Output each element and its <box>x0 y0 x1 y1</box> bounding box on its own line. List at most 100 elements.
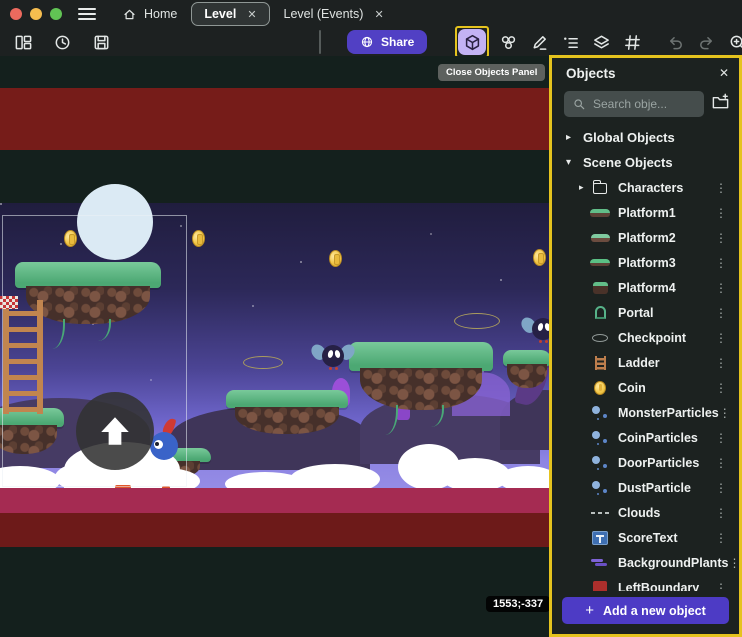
scene-editor-canvas[interactable]: 1553;-337 <box>0 56 549 637</box>
kebab-menu-icon[interactable]: ⋮ <box>715 356 727 370</box>
kebab-menu-icon[interactable]: ⋮ <box>719 406 731 420</box>
object-thumbnail-icon <box>589 181 611 194</box>
close-tab-icon[interactable]: ✕ <box>247 8 256 21</box>
monster-object[interactable] <box>315 342 351 372</box>
platform-object[interactable] <box>352 342 490 410</box>
pink-ground-band <box>0 488 549 513</box>
caret-icon[interactable]: ▾ <box>566 157 575 168</box>
objects-list: ▸ Characters ⋮ Platform1 ⋮ Platform2 ⋮ P… <box>552 175 739 591</box>
object-row-coin[interactable]: Coin ⋮ <box>552 375 739 400</box>
close-window-button[interactable] <box>10 8 22 20</box>
kebab-menu-icon[interactable]: ⋮ <box>728 556 739 570</box>
grid-icon[interactable] <box>621 31 644 54</box>
dashes-icon <box>591 512 609 514</box>
group-scene-objects[interactable]: ▾ Scene Objects <box>552 150 739 175</box>
add-folder-icon[interactable] <box>711 92 730 116</box>
object-row-characters[interactable]: ▸ Characters ⋮ <box>552 175 739 200</box>
kebab-menu-icon[interactable]: ⋮ <box>715 181 727 195</box>
object-row-platform2[interactable]: Platform2 ⋮ <box>552 225 739 250</box>
kebab-menu-icon[interactable]: ⋮ <box>715 306 727 320</box>
coin-object[interactable] <box>192 230 205 247</box>
kebab-menu-icon[interactable]: ⋮ <box>715 531 727 545</box>
history-icon[interactable] <box>51 31 74 54</box>
group-label: Scene Objects <box>583 155 673 170</box>
object-name: Platform1 <box>618 206 676 220</box>
editor-layout-icon[interactable] <box>12 31 35 54</box>
checkpoint-outline-object[interactable] <box>454 313 500 329</box>
object-groups-icon[interactable] <box>497 31 520 54</box>
jump-button-overlay[interactable] <box>76 392 154 470</box>
object-row-portal[interactable]: Portal ⋮ <box>552 300 739 325</box>
object-row-leftboundary[interactable]: LeftBoundary ⋮ <box>552 575 739 591</box>
object-name: BackgroundPlants <box>618 556 728 570</box>
share-button[interactable]: Share <box>347 30 427 54</box>
kebab-menu-icon[interactable]: ⋮ <box>715 256 727 270</box>
object-row-coinparticles[interactable]: CoinParticles ⋮ <box>552 425 739 450</box>
search-box[interactable] <box>564 91 704 117</box>
top-red-boundary[interactable] <box>0 88 549 150</box>
preview-button-group: Preview <box>319 30 321 54</box>
object-row-clouds[interactable]: Clouds ⋮ <box>552 500 739 525</box>
minimize-window-button[interactable] <box>30 8 42 20</box>
edit-scene-pencil-icon[interactable] <box>528 31 551 54</box>
search-input[interactable] <box>593 97 695 111</box>
caret-icon[interactable]: ▸ <box>566 132 575 143</box>
kebab-menu-icon[interactable]: ⋮ <box>715 206 727 220</box>
folder-icon <box>593 183 607 194</box>
coin-object[interactable] <box>533 249 546 266</box>
kebab-menu-icon[interactable]: ⋮ <box>715 506 727 520</box>
group-global-objects[interactable]: ▸ Global Objects <box>552 125 739 150</box>
kebab-menu-icon[interactable]: ⋮ <box>715 456 727 470</box>
tab-level-events[interactable]: Level (Events) ✕ <box>272 2 396 26</box>
redo-icon[interactable] <box>695 31 718 54</box>
kebab-menu-icon[interactable]: ⋮ <box>715 231 727 245</box>
coin-object[interactable] <box>329 250 342 267</box>
zoom-in-icon[interactable] <box>726 31 742 54</box>
checkpoint-outline-object[interactable] <box>243 356 283 369</box>
instances-list-icon[interactable] <box>559 31 582 54</box>
platform-object[interactable] <box>504 350 549 388</box>
object-row-platform1[interactable]: Platform1 ⋮ <box>552 200 739 225</box>
platform-dirt <box>507 364 547 388</box>
group-label: Global Objects <box>583 130 675 145</box>
objects-panel-button-highlight <box>455 26 489 58</box>
object-thumbnail-icon <box>589 531 611 545</box>
object-thumbnail-icon <box>589 306 611 319</box>
layers-icon[interactable] <box>590 31 613 54</box>
tab-level[interactable]: Level ✕ <box>191 2 269 26</box>
kebab-menu-icon[interactable]: ⋮ <box>715 481 727 495</box>
object-row-scoretext[interactable]: ScoreText ⋮ <box>552 525 739 550</box>
undo-icon[interactable] <box>664 31 687 54</box>
object-row-dustparticle[interactable]: DustParticle ⋮ <box>552 475 739 500</box>
close-panel-icon[interactable]: ✕ <box>719 66 729 80</box>
monster-body <box>322 345 344 367</box>
monster-object[interactable] <box>525 315 549 345</box>
object-row-monsterparticles[interactable]: MonsterParticles ⋮ <box>552 400 739 425</box>
tab-home[interactable]: Home <box>110 2 189 26</box>
kebab-menu-icon[interactable]: ⋮ <box>715 581 727 592</box>
object-name: Ladder <box>618 356 660 370</box>
save-icon[interactable] <box>90 31 113 54</box>
close-tab-icon[interactable]: ✕ <box>374 8 383 21</box>
share-label: Share <box>381 35 414 49</box>
platform-object[interactable] <box>228 390 346 434</box>
tab-label: Level <box>204 7 236 21</box>
object-row-ladder[interactable]: Ladder ⋮ <box>552 350 739 375</box>
bottom-red-band <box>0 513 549 547</box>
object-row-platform4[interactable]: Platform4 ⋮ <box>552 275 739 300</box>
coordinates-badge: 1553;-337 <box>486 596 549 612</box>
object-row-backgroundplants[interactable]: BackgroundPlants ⋮ <box>552 550 739 575</box>
home-icon <box>122 7 137 22</box>
object-row-platform3[interactable]: Platform3 ⋮ <box>552 250 739 275</box>
add-object-button[interactable]: + Add a new object <box>562 597 729 624</box>
kebab-menu-icon[interactable]: ⋮ <box>715 281 727 295</box>
maximize-window-button[interactable] <box>50 8 62 20</box>
kebab-menu-icon[interactable]: ⋮ <box>715 381 727 395</box>
object-row-checkpoint[interactable]: Checkpoint ⋮ <box>552 325 739 350</box>
objects-panel-button[interactable] <box>458 29 486 55</box>
main-menu-icon[interactable] <box>78 8 96 20</box>
object-row-doorparticles[interactable]: DoorParticles ⋮ <box>552 450 739 475</box>
preview-button[interactable]: Preview <box>320 35 321 49</box>
kebab-menu-icon[interactable]: ⋮ <box>715 331 727 345</box>
kebab-menu-icon[interactable]: ⋮ <box>715 431 727 445</box>
